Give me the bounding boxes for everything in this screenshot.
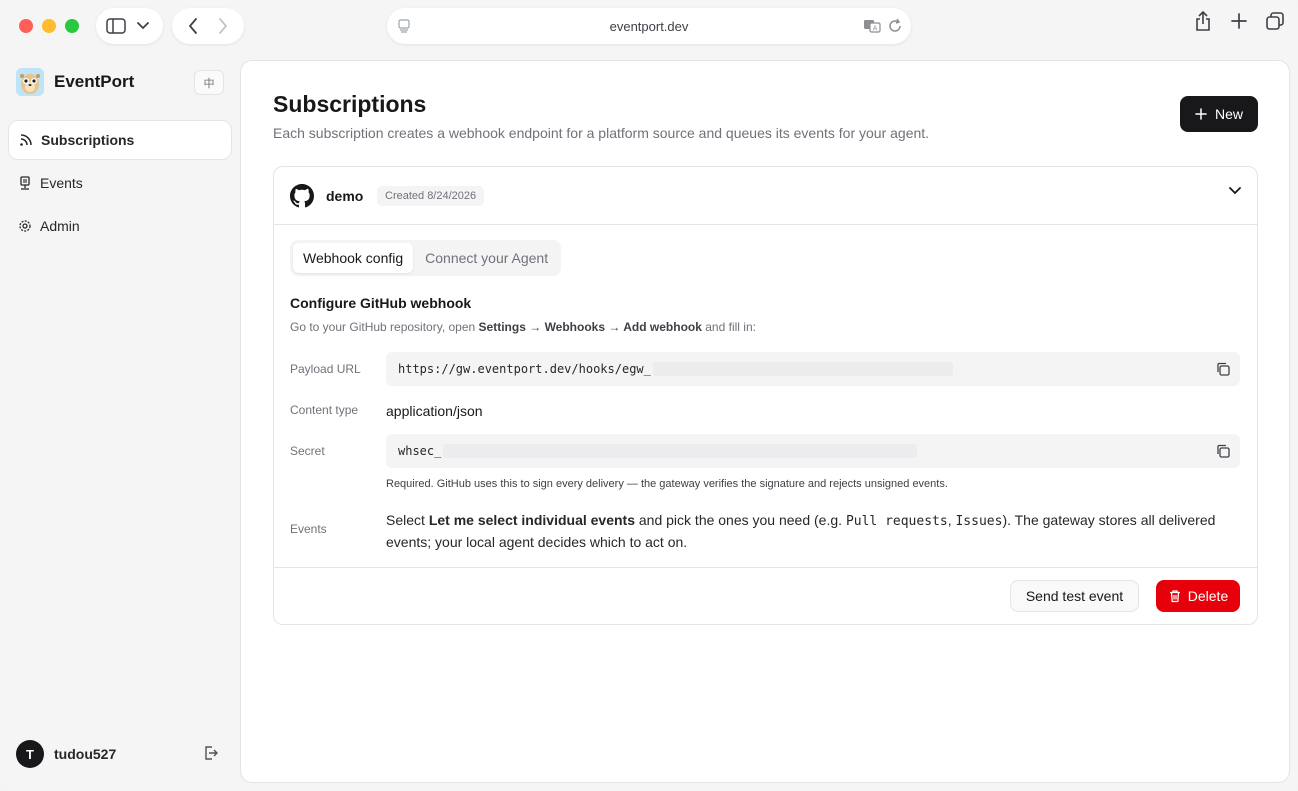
events-instructions: Select Let me select individual events a…	[386, 512, 1216, 550]
user-profile[interactable]: T tudou527	[16, 740, 116, 768]
sidebar-item-admin[interactable]: Admin	[8, 206, 232, 246]
new-subscription-button[interactable]: New	[1180, 96, 1258, 132]
chevron-down-icon[interactable]	[132, 15, 154, 37]
events-label: Events	[290, 522, 327, 536]
tab-webhook-config[interactable]: Webhook config	[293, 243, 414, 273]
secret-label: Secret	[290, 444, 325, 458]
history-nav-group	[172, 8, 244, 44]
sidebar-toggle-icon[interactable]	[105, 15, 127, 37]
secret-field[interactable]: whsec_	[386, 434, 1240, 468]
secret-hint: Required. GitHub uses this to sign every…	[386, 478, 948, 490]
forward-arrow-icon[interactable]	[212, 15, 234, 37]
config-title: Configure GitHub webhook	[290, 295, 472, 311]
back-arrow-icon[interactable]	[182, 15, 204, 37]
brand-name: EventPort	[54, 72, 135, 91]
plus-icon	[1195, 108, 1207, 120]
username: tudou527	[54, 746, 117, 762]
brand[interactable]: EventPort	[16, 68, 134, 96]
content-type-label: Content type	[290, 403, 359, 417]
sidebar-item-subscriptions[interactable]: Subscriptions	[8, 120, 232, 160]
svg-text:A: A	[873, 25, 878, 33]
share-icon[interactable]	[1192, 10, 1214, 32]
sidebar-item-label: Events	[40, 175, 83, 191]
subscription-card-footer: Send test event Delete	[274, 567, 1257, 624]
delete-button-label: Delete	[1187, 588, 1229, 604]
redacted-token	[652, 362, 953, 376]
copy-icon[interactable]	[1216, 362, 1230, 376]
language-toggle-button[interactable]: 中	[194, 70, 224, 95]
subscription-name: demo	[326, 188, 364, 204]
subscription-card-header[interactable]: demo Created 8/24/2026	[274, 167, 1257, 225]
main-panel: Subscriptions Each subscription creates …	[240, 60, 1290, 783]
page-title: Subscriptions	[273, 91, 427, 117]
sidebar-nav: Subscriptions Events Admin	[8, 120, 232, 249]
sidebar-toggle-group	[96, 8, 163, 44]
logout-icon[interactable]	[203, 745, 219, 761]
reload-icon[interactable]	[887, 18, 903, 34]
new-tab-icon[interactable]	[1228, 10, 1250, 32]
collapse-chevron-icon[interactable]	[1229, 187, 1241, 195]
gear-icon	[18, 219, 32, 233]
translate-icon[interactable]: A	[863, 18, 881, 34]
subscription-card: demo Created 8/24/2026 Webhook config Co…	[273, 166, 1258, 625]
created-date-badge: Created 8/24/2026	[377, 186, 485, 206]
avatar: T	[16, 740, 44, 768]
events-icon	[18, 176, 32, 190]
new-button-label: New	[1214, 106, 1243, 122]
secret-value: whsec_	[398, 444, 442, 458]
rss-icon	[19, 133, 33, 147]
page-menu-icon[interactable]	[397, 19, 411, 33]
config-description: Go to your GitHub repository, open Setti…	[290, 320, 756, 334]
browser-window: eventport.dev A EventPort 中 Subscription…	[0, 0, 1298, 791]
address-bar[interactable]: eventport.dev A	[387, 8, 911, 44]
content-type-value: application/json	[386, 403, 483, 419]
delete-button[interactable]: Delete	[1156, 580, 1240, 612]
sidebar-item-label: Admin	[40, 218, 80, 234]
sidebar: EventPort 中 Subscriptions Events Admin T…	[0, 54, 240, 791]
tab-overview-icon[interactable]	[1264, 10, 1286, 32]
minimize-window-button[interactable]	[42, 19, 56, 33]
address-bar-actions: A	[863, 18, 903, 34]
trash-icon	[1168, 589, 1182, 603]
github-icon	[290, 184, 314, 208]
browser-toolbar: eventport.dev A	[0, 0, 1298, 54]
close-window-button[interactable]	[19, 19, 33, 33]
tab-connect-agent[interactable]: Connect your Agent	[415, 243, 558, 273]
page-subtitle: Each subscription creates a webhook endp…	[273, 125, 930, 141]
sidebar-item-events[interactable]: Events	[8, 163, 232, 203]
sidebar-item-label: Subscriptions	[41, 132, 135, 148]
maximize-window-button[interactable]	[65, 19, 79, 33]
config-tabs: Webhook config Connect your Agent	[290, 240, 562, 276]
meerkat-logo-icon	[16, 68, 44, 96]
send-test-event-button[interactable]: Send test event	[1010, 580, 1139, 612]
redacted-secret	[443, 444, 918, 458]
payload-url-value: https://gw.eventport.dev/hooks/egw_	[398, 362, 651, 376]
url-text: eventport.dev	[609, 18, 689, 34]
payload-url-label: Payload URL	[290, 362, 361, 376]
copy-icon[interactable]	[1216, 444, 1230, 458]
payload-url-field[interactable]: https://gw.eventport.dev/hooks/egw_	[386, 352, 1240, 386]
browser-actions	[1192, 10, 1286, 32]
